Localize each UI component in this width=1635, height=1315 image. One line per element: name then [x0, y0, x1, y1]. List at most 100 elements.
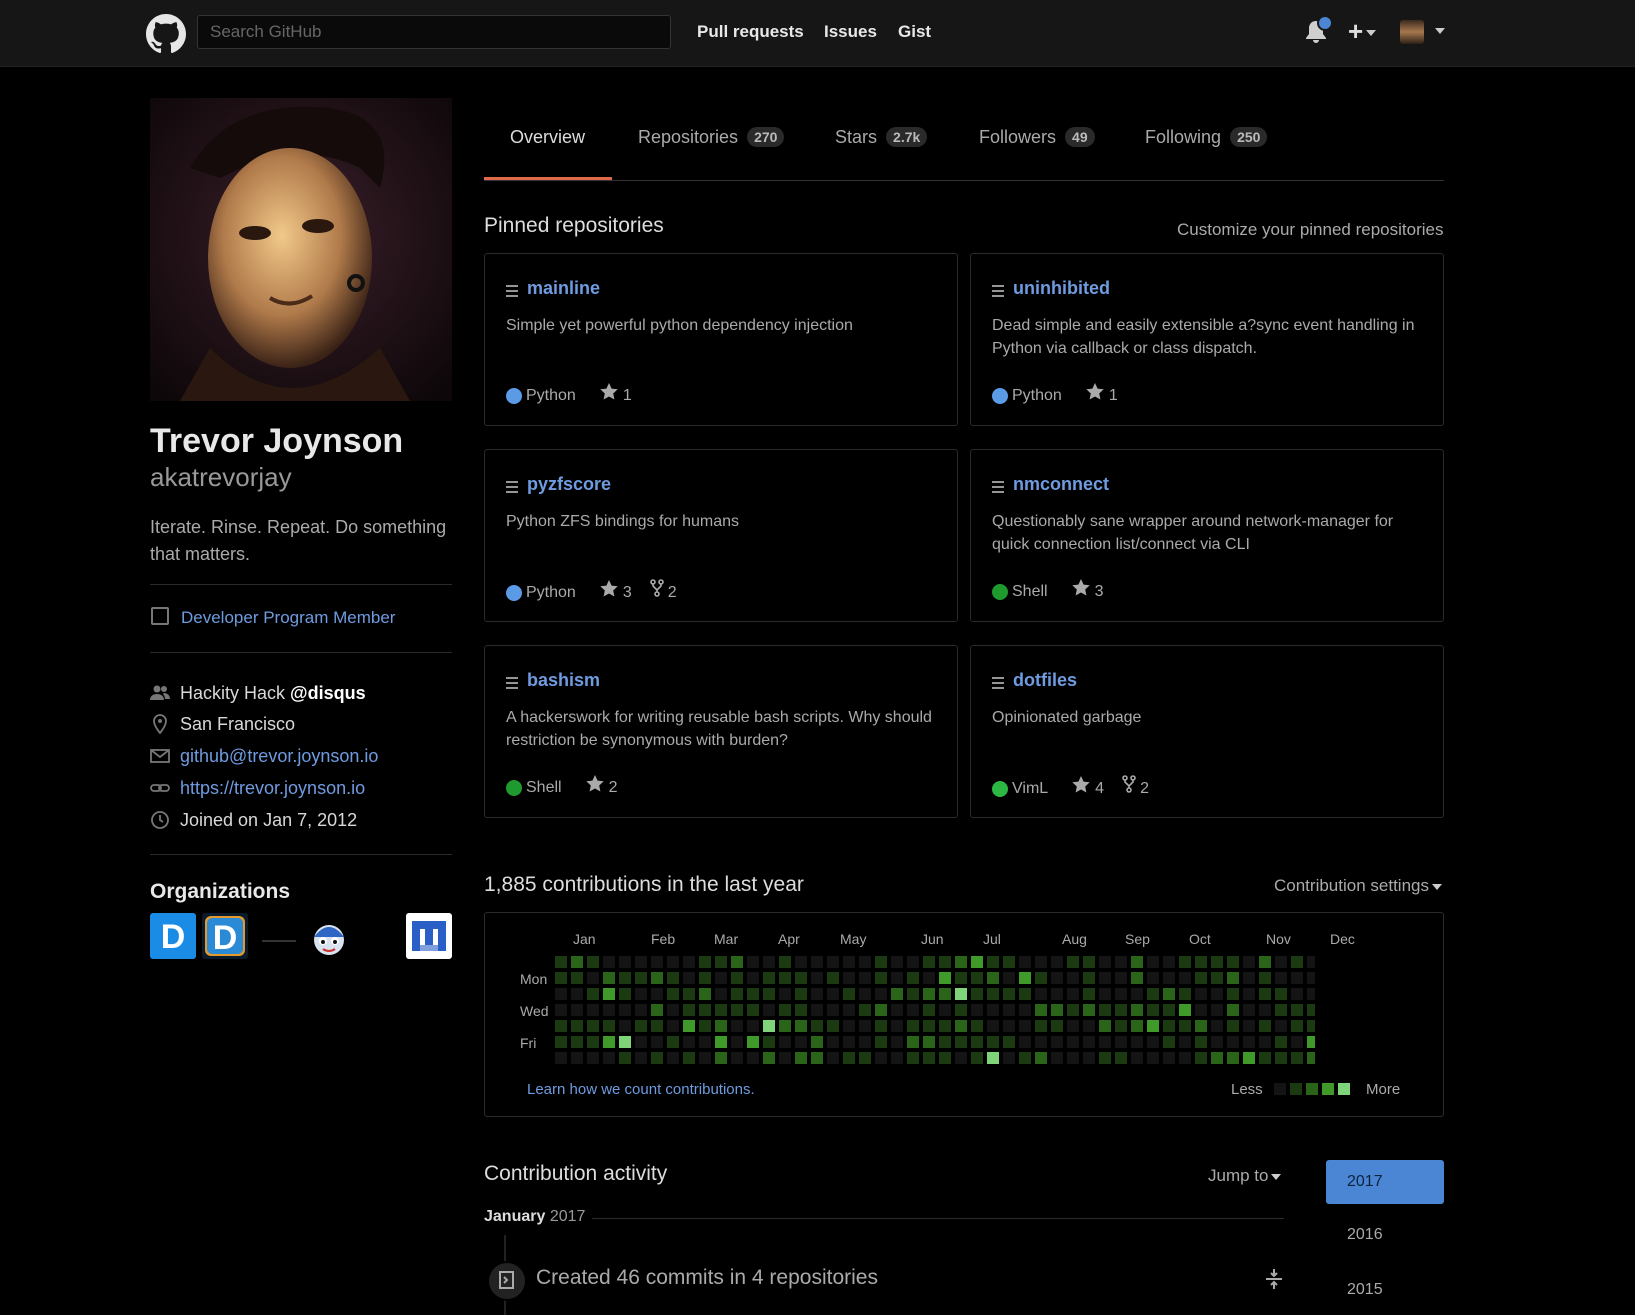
contribution-day[interactable] — [1099, 972, 1111, 984]
contribution-day[interactable] — [587, 988, 599, 1000]
contribution-day[interactable] — [555, 1036, 567, 1048]
contribution-day[interactable] — [875, 1020, 887, 1032]
contribution-day[interactable] — [747, 956, 759, 968]
contribution-day[interactable] — [971, 1036, 983, 1048]
contribution-day[interactable] — [731, 956, 743, 968]
contribution-day[interactable] — [1195, 1052, 1207, 1064]
contribution-day[interactable] — [1083, 972, 1095, 984]
org-avatar-pattern[interactable] — [406, 913, 452, 959]
contribution-day[interactable] — [1083, 1004, 1095, 1016]
contribution-day[interactable] — [747, 1036, 759, 1048]
contribution-day[interactable] — [1083, 956, 1095, 968]
contribution-day[interactable] — [779, 1020, 791, 1032]
chevron-down-icon[interactable] — [1435, 28, 1445, 34]
contribution-day[interactable] — [843, 1036, 855, 1048]
contribution-day[interactable] — [891, 1004, 903, 1016]
contribution-day[interactable] — [587, 972, 599, 984]
contribution-day[interactable] — [747, 1020, 759, 1032]
contribution-day[interactable] — [955, 988, 967, 1000]
contribution-day[interactable] — [907, 972, 919, 984]
contribution-settings-dropdown[interactable]: Contribution settings — [1274, 876, 1442, 896]
contribution-day[interactable] — [1227, 988, 1239, 1000]
contribution-day[interactable] — [1291, 1036, 1303, 1048]
contribution-day[interactable] — [907, 1004, 919, 1016]
contribution-day[interactable] — [859, 972, 871, 984]
contribution-day[interactable] — [779, 972, 791, 984]
contribution-day[interactable] — [1259, 972, 1271, 984]
contribution-day[interactable] — [1275, 956, 1287, 968]
contribution-day[interactable] — [1243, 1036, 1255, 1048]
contribution-day[interactable] — [587, 956, 599, 968]
contribution-day[interactable] — [843, 1052, 855, 1064]
contribution-day[interactable] — [1211, 988, 1223, 1000]
contribution-day[interactable] — [843, 972, 855, 984]
contribution-day[interactable] — [603, 988, 615, 1000]
contribution-day[interactable] — [1163, 956, 1175, 968]
contribution-day[interactable] — [667, 988, 679, 1000]
contribution-day[interactable] — [1307, 972, 1315, 984]
contribution-day[interactable] — [891, 988, 903, 1000]
contribution-day[interactable] — [1163, 1004, 1175, 1016]
contribution-day[interactable] — [667, 1036, 679, 1048]
contribution-day[interactable] — [779, 1036, 791, 1048]
contribution-day[interactable] — [1099, 1004, 1111, 1016]
contribution-day[interactable] — [875, 988, 887, 1000]
contribution-day[interactable] — [1051, 1020, 1063, 1032]
repo-name-link[interactable]: bashism — [527, 670, 600, 691]
contribution-day[interactable] — [731, 972, 743, 984]
contribution-day[interactable] — [1195, 988, 1207, 1000]
contribution-day[interactable] — [811, 988, 823, 1000]
contribution-day[interactable] — [1307, 1004, 1315, 1016]
contribution-day[interactable] — [667, 972, 679, 984]
contribution-day[interactable] — [1147, 1036, 1159, 1048]
contribution-day[interactable] — [987, 1036, 999, 1048]
contribution-day[interactable] — [939, 1052, 951, 1064]
nav-gist[interactable]: Gist — [898, 22, 931, 42]
contribution-day[interactable] — [603, 1052, 615, 1064]
contribution-day[interactable] — [1259, 988, 1271, 1000]
contribution-day[interactable] — [795, 1036, 807, 1048]
contribution-day[interactable] — [1099, 956, 1111, 968]
contribution-day[interactable] — [619, 1020, 631, 1032]
contribution-day[interactable] — [891, 1020, 903, 1032]
contribution-day[interactable] — [1131, 956, 1143, 968]
contribution-day[interactable] — [555, 1052, 567, 1064]
contribution-day[interactable] — [1147, 1004, 1159, 1016]
contribution-day[interactable] — [1275, 1052, 1287, 1064]
contribution-day[interactable] — [715, 956, 727, 968]
contribution-day[interactable] — [971, 988, 983, 1000]
repo-name-link[interactable]: nmconnect — [1013, 474, 1109, 495]
contribution-day[interactable] — [571, 1020, 583, 1032]
contribution-day[interactable] — [939, 1020, 951, 1032]
contribution-day[interactable] — [683, 956, 695, 968]
contribution-day[interactable] — [859, 1052, 871, 1064]
contribution-day[interactable] — [1179, 956, 1191, 968]
contribution-day[interactable] — [811, 1020, 823, 1032]
contribution-day[interactable] — [763, 1020, 775, 1032]
contribution-day[interactable] — [1099, 1052, 1111, 1064]
contribution-day[interactable] — [1131, 972, 1143, 984]
contribution-day[interactable] — [1115, 1036, 1127, 1048]
contribution-day[interactable] — [955, 1052, 967, 1064]
contribution-day[interactable] — [1067, 1052, 1079, 1064]
contribution-day[interactable] — [1243, 988, 1255, 1000]
contribution-day[interactable] — [779, 956, 791, 968]
contribution-day[interactable] — [891, 972, 903, 984]
contribution-day[interactable] — [747, 1052, 759, 1064]
contribution-day[interactable] — [779, 1052, 791, 1064]
repo-stars[interactable]: 1 — [1109, 387, 1118, 405]
contribution-day[interactable] — [715, 1004, 727, 1016]
contribution-day[interactable] — [907, 1036, 919, 1048]
contribution-day[interactable] — [955, 1036, 967, 1048]
year-2015-link[interactable]: 2015 — [1347, 1281, 1383, 1299]
contribution-day[interactable] — [1211, 1036, 1223, 1048]
contribution-day[interactable] — [1067, 1036, 1079, 1048]
contribution-day[interactable] — [1003, 1052, 1015, 1064]
repo-name-link[interactable]: pyzfscore — [527, 474, 611, 495]
contribution-day[interactable] — [923, 1036, 935, 1048]
contribution-day[interactable] — [779, 1004, 791, 1016]
pinned-repo-card[interactable]: pyzfscore Python ZFS bindings for humans P… — [484, 449, 958, 622]
org-avatar-disqus[interactable]: D — [150, 913, 196, 959]
contribution-day[interactable] — [1211, 1004, 1223, 1016]
contribution-day[interactable] — [635, 1020, 647, 1032]
